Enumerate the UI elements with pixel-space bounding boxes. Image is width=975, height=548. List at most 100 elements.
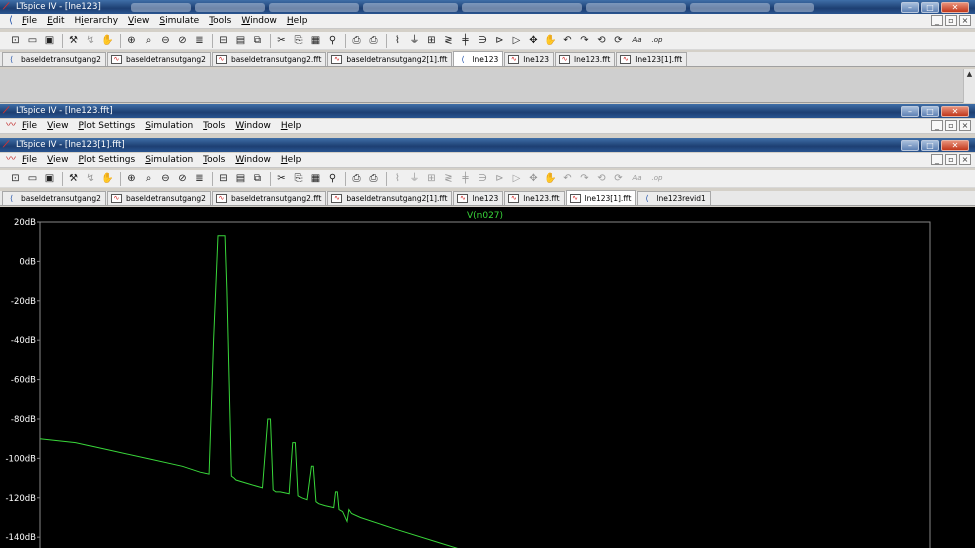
waveform-doc-icon[interactable]: 〰 bbox=[4, 120, 18, 132]
menu-view[interactable]: View bbox=[128, 16, 149, 26]
drag-icon[interactable]: ✋ bbox=[543, 171, 558, 186]
paste-icon[interactable]: ▦ bbox=[308, 33, 323, 48]
run-icon[interactable]: ↯ bbox=[83, 171, 98, 186]
wire-icon[interactable]: ⌇ bbox=[390, 33, 405, 48]
menu-help[interactable]: Help bbox=[281, 155, 302, 165]
print-preview-icon[interactable]: ⎙ bbox=[349, 171, 364, 186]
menu-tools[interactable]: Tools bbox=[209, 16, 231, 26]
document-tab[interactable]: ⟨ baseldetransutgang2 bbox=[2, 191, 106, 205]
tile-horizontal-icon[interactable]: ⊟ bbox=[216, 33, 231, 48]
cut-icon[interactable]: ✂ bbox=[274, 171, 289, 186]
label-icon[interactable]: ⊞ bbox=[424, 171, 439, 186]
zoom-fit-icon[interactable]: ⊘ bbox=[175, 33, 190, 48]
find-icon[interactable]: ⚲ bbox=[325, 171, 340, 186]
vertical-scrollbar[interactable]: ▲ bbox=[963, 69, 975, 103]
menu-edit[interactable]: Edit bbox=[47, 16, 64, 26]
mdi-restore-button[interactable]: ▫ bbox=[945, 15, 957, 26]
document-tab[interactable]: ∿ lne123.fft bbox=[504, 191, 565, 205]
diode-icon[interactable]: ⊳ bbox=[492, 171, 507, 186]
move-icon[interactable]: ✥ bbox=[526, 33, 541, 48]
open-icon[interactable]: ▭ bbox=[25, 171, 40, 186]
document-tab[interactable]: ∿ lne123[1].fft bbox=[565, 190, 637, 205]
menu-help[interactable]: Help bbox=[287, 16, 308, 26]
print-icon[interactable]: ⎙ bbox=[366, 33, 381, 48]
document-tab[interactable]: ∿ baseldetransutgang2 bbox=[106, 191, 211, 205]
menu-view[interactable]: View bbox=[47, 155, 68, 165]
diode-icon[interactable]: ⊳ bbox=[492, 33, 507, 48]
mdi-minimize-button[interactable]: _ bbox=[931, 120, 943, 131]
document-tab[interactable]: ∿ baseldetransutgang2[1].fft bbox=[327, 191, 453, 205]
maximize-button[interactable]: □ bbox=[921, 1, 939, 13]
minimize-button[interactable]: – bbox=[901, 1, 919, 13]
copy-icon[interactable]: ⎘ bbox=[291, 171, 306, 186]
text-icon[interactable]: Aa bbox=[628, 171, 646, 186]
document-tab[interactable]: ∿ baseldetransutgang2.fft bbox=[211, 191, 327, 205]
zoom-fit-icon[interactable]: ⊘ bbox=[175, 171, 190, 186]
waveform-plot-pane[interactable]: V(n027) 20dB 0dB -20dB -40dB -60dB -80dB -100dB… bbox=[0, 207, 975, 548]
capacitor-icon[interactable]: ╪ bbox=[458, 171, 473, 186]
tile-vertical-icon[interactable]: ▤ bbox=[233, 171, 248, 186]
document-tab[interactable]: ∿ lne123[1].fft bbox=[616, 52, 688, 66]
menu-view[interactable]: View bbox=[47, 121, 68, 131]
find-icon[interactable]: ⚲ bbox=[325, 33, 340, 48]
document-tab[interactable]: ⟨ lne123revid1 bbox=[637, 191, 711, 205]
mdi-restore-button[interactable]: ▫ bbox=[945, 120, 957, 131]
mirror-icon[interactable]: ⟳ bbox=[611, 33, 626, 48]
document-tab[interactable]: ∿ baseldetransutgang2.fft bbox=[211, 52, 327, 66]
document-tab[interactable]: ∿ lne123 bbox=[504, 52, 555, 66]
scroll-up-icon[interactable]: ▲ bbox=[964, 69, 975, 79]
schematic-doc-icon[interactable]: ⟨ bbox=[4, 15, 18, 27]
cut-icon[interactable]: ✂ bbox=[274, 33, 289, 48]
menu-file[interactable]: File bbox=[22, 121, 37, 131]
fft-plot[interactable]: V(n027) 20dB 0dB -20dB -40dB -60dB -80dB -100dB… bbox=[0, 207, 975, 548]
document-tab[interactable]: ∿ baseldetransutgang2 bbox=[106, 52, 211, 66]
pan-icon[interactable]: ⌕ bbox=[141, 171, 156, 186]
print-preview-icon[interactable]: ⎙ bbox=[349, 33, 364, 48]
redo-icon[interactable]: ↷ bbox=[577, 171, 592, 186]
move-icon[interactable]: ✥ bbox=[526, 171, 541, 186]
mirror-icon[interactable]: ⟳ bbox=[611, 171, 626, 186]
mdi-close-button[interactable]: × bbox=[959, 154, 971, 165]
menu-help[interactable]: Help bbox=[281, 121, 302, 131]
copy-icon[interactable]: ⎘ bbox=[291, 33, 306, 48]
halt-icon[interactable]: ✋ bbox=[100, 171, 115, 186]
run-icon[interactable]: ↯ bbox=[83, 33, 98, 48]
zoom-in-icon[interactable]: ⊕ bbox=[124, 33, 139, 48]
menu-file[interactable]: File bbox=[22, 16, 37, 26]
menu-simulation[interactable]: Simulation bbox=[145, 155, 193, 165]
tile-vertical-icon[interactable]: ▤ bbox=[233, 33, 248, 48]
component-icon[interactable]: ▷ bbox=[509, 171, 524, 186]
menu-window[interactable]: Window bbox=[241, 16, 277, 26]
mdi-close-button[interactable]: × bbox=[959, 120, 971, 131]
drag-icon[interactable]: ✋ bbox=[543, 33, 558, 48]
close-button[interactable]: ✕ bbox=[941, 105, 969, 117]
spice-directive-icon[interactable]: .op bbox=[648, 33, 666, 48]
menu-file[interactable]: File bbox=[22, 155, 37, 165]
menu-window[interactable]: Window bbox=[235, 155, 271, 165]
text-icon[interactable]: Aa bbox=[628, 33, 646, 48]
zoom-in-icon[interactable]: ⊕ bbox=[124, 171, 139, 186]
mdi-close-button[interactable]: × bbox=[959, 15, 971, 26]
zoom-out-icon[interactable]: ⊖ bbox=[158, 33, 173, 48]
tile-horizontal-icon[interactable]: ⊟ bbox=[216, 171, 231, 186]
ground-icon[interactable]: ⏚ bbox=[407, 171, 422, 186]
rotate-icon[interactable]: ⟲ bbox=[594, 33, 609, 48]
menu-window[interactable]: Window bbox=[235, 121, 271, 131]
component-icon[interactable]: ▷ bbox=[509, 33, 524, 48]
undo-icon[interactable]: ↶ bbox=[560, 33, 575, 48]
close-button[interactable]: ✕ bbox=[941, 1, 969, 13]
maximize-button[interactable]: □ bbox=[921, 105, 939, 117]
save-icon[interactable]: ▣ bbox=[42, 171, 57, 186]
close-button[interactable]: ✕ bbox=[941, 139, 969, 151]
schematic-area[interactable]: ▲ bbox=[0, 69, 975, 103]
rotate-icon[interactable]: ⟲ bbox=[594, 171, 609, 186]
redo-icon[interactable]: ↷ bbox=[577, 33, 592, 48]
menu-simulation[interactable]: Simulation bbox=[145, 121, 193, 131]
control-panel-icon[interactable]: ⚒ bbox=[66, 33, 81, 48]
wire-icon[interactable]: ⌇ bbox=[390, 171, 405, 186]
window3-titlebar[interactable]: ⟋ LTspice IV - [lne123[1].fft] – □ ✕ bbox=[0, 138, 975, 152]
open-icon[interactable]: ▭ bbox=[25, 33, 40, 48]
resistor-icon[interactable]: ≷ bbox=[441, 33, 456, 48]
maximize-button[interactable]: □ bbox=[921, 139, 939, 151]
document-tab[interactable]: ∿ baseldetransutgang2[1].fft bbox=[327, 52, 453, 66]
